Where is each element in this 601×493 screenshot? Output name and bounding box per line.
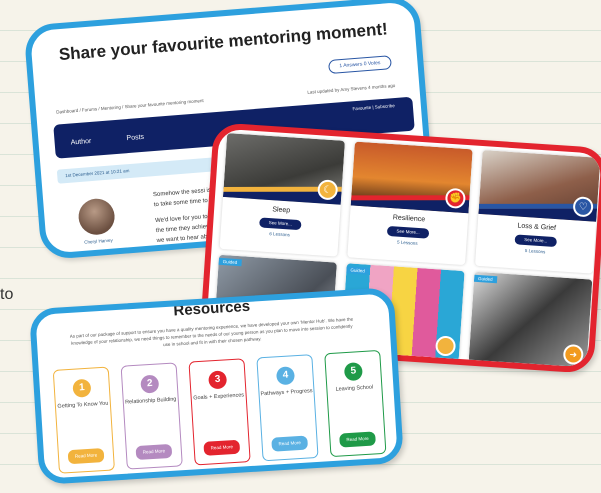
- course-tile-resilience[interactable]: ✊ Resilience See More... 5 Lessons: [347, 141, 473, 266]
- step-number: 2: [140, 374, 160, 394]
- answers-votes-pill[interactable]: 1 Answers 0 Votes: [327, 55, 392, 75]
- read-more-button[interactable]: Read More: [67, 448, 105, 465]
- course-tile-sleep[interactable]: ☾ Sleep See More... 6 Lessons: [219, 133, 345, 257]
- read-more-button[interactable]: Read More: [203, 439, 241, 456]
- see-more-button[interactable]: See More...: [514, 234, 558, 248]
- author-column: Author: [70, 137, 92, 147]
- course-tile-loss-grief[interactable]: ♡ Loss & Grief See More... 5 Lessons: [474, 150, 601, 274]
- tile-title: Sleep: [272, 206, 291, 215]
- step-label: Relationship Building: [124, 396, 177, 406]
- guided-tag: Guided: [473, 274, 497, 284]
- course-image: ☾: [222, 133, 345, 205]
- read-more-button[interactable]: Read More: [339, 431, 376, 448]
- favourite-subscribe-links[interactable]: Favourite | Subscribe: [352, 103, 395, 111]
- guided-tag: Guided: [346, 266, 370, 275]
- step-number: 5: [343, 362, 363, 382]
- resources-screenshot-card: Resources As part of our package of supp…: [28, 287, 405, 485]
- step-label: Pathways + Progress: [260, 388, 313, 398]
- posts-column: Posts: [126, 133, 145, 143]
- step-number: 3: [208, 370, 228, 390]
- see-more-button[interactable]: See More...: [259, 217, 302, 231]
- step-card[interactable]: 5 Leaving School Read More: [324, 349, 387, 458]
- avatar[interactable]: [77, 197, 116, 237]
- course-image: ♡: [478, 150, 601, 222]
- tile-title: Loss & Grief: [517, 222, 557, 233]
- avatar-name[interactable]: Cheryl Harvey: [72, 237, 124, 246]
- lessons-count[interactable]: 5 Lessons: [348, 236, 466, 249]
- step-label: Leaving School: [335, 384, 374, 393]
- last-updated: Last updated by Amy Stevens 4 months ago: [307, 82, 396, 95]
- breadcrumb[interactable]: Dashboard / Forums / Mentoring / Share y…: [56, 98, 204, 115]
- guided-tag: Guided: [218, 257, 242, 267]
- course-image: ✊: [350, 141, 473, 214]
- background-text: to: [0, 286, 14, 303]
- course-tile[interactable]: Guided ➜: [468, 271, 593, 370]
- lessons-count[interactable]: 6 Lessons: [221, 228, 339, 241]
- step-card[interactable]: 1 Getting To Know You Read More: [52, 366, 115, 474]
- step-number: 4: [275, 366, 296, 386]
- step-card[interactable]: 2 Relationship Building Read More: [120, 362, 183, 470]
- step-number: 1: [72, 378, 92, 398]
- read-more-button[interactable]: Read More: [271, 435, 309, 452]
- lessons-count[interactable]: 5 Lessons: [476, 245, 594, 258]
- tile-title: Resilience: [392, 214, 426, 224]
- read-more-button[interactable]: Read More: [135, 443, 173, 461]
- step-label: Goals + Experiences: [193, 392, 245, 402]
- see-more-button[interactable]: See More...: [386, 225, 430, 239]
- step-label: Getting To Know You: [57, 400, 109, 410]
- step-card[interactable]: 4 Pathways + Progress Read More: [256, 354, 319, 462]
- step-card[interactable]: 3 Goals + Experiences Read More: [188, 358, 251, 466]
